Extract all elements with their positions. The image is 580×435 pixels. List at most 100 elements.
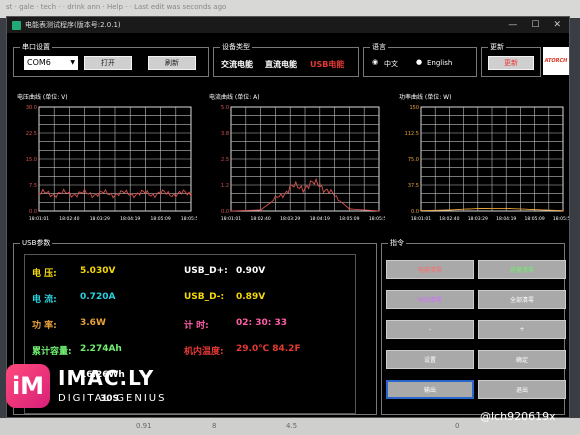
commands-panel: 指令 电能清零 容量清零 时间清零 全部清零 - + 设置 确定 输出 退出 <box>381 238 566 415</box>
clear-capacity-button[interactable]: 容量清零 <box>478 260 566 279</box>
power-chart-plot: 150 112.5 75.0 37.5 0.018:01:01 18:02:40 18:03… <box>405 105 569 222</box>
output-button[interactable]: 输出 <box>386 380 474 399</box>
update-button[interactable]: 更新 <box>488 56 534 70</box>
dplus-value: 0.90V <box>236 266 266 276</box>
x-tick-label: 18:01:01 <box>221 216 241 222</box>
maximize-icon[interactable]: ☐ <box>531 20 539 30</box>
radio-unselected-icon[interactable]: ● <box>416 58 422 66</box>
device-ac-option[interactable]: 交流电能 <box>221 59 253 70</box>
app-icon <box>12 20 21 30</box>
data-point <box>378 210 380 212</box>
voltage-chart-plot: 30.0 22.5 15.0 7.5 0.018:01:01 18:02:40 18:03:… <box>26 105 197 222</box>
y-tick-label: 75.0 <box>408 157 419 163</box>
x-tick-label: 18:04:19 <box>120 216 140 222</box>
serial-panel-title: 串口设置 <box>20 42 52 52</box>
y-tick-label: 30.0 <box>26 105 37 111</box>
dminus-value: 0.89V <box>236 292 266 302</box>
x-tick-label: 18:05:09 <box>524 216 544 222</box>
x-tick-label: 18:04:19 <box>496 216 516 222</box>
data-point <box>159 192 162 195</box>
usb-panel-title: USB参数 <box>20 238 53 248</box>
settings-button[interactable]: 设置 <box>386 350 474 369</box>
x-tick-label: 18:03:29 <box>90 216 110 222</box>
data-point <box>562 209 564 212</box>
data-point <box>477 207 479 210</box>
x-tick-label: 18:02:40 <box>250 216 270 222</box>
y-tick-label: 0.0 <box>411 209 419 215</box>
y-tick-label: 1.2 <box>221 183 229 189</box>
y-tick-label: 22.5 <box>26 131 37 137</box>
watermark: iM IMAC.LY DIGITAL GENIUS <box>4 350 184 418</box>
timer-label: 计 时: <box>184 321 209 331</box>
minimize-icon[interactable]: — <box>508 20 517 30</box>
voltage-chart: 电压曲线 (单位: V) 30.0 22.5 15.0 7.5 0.0 18:01:01 1… <box>13 91 199 229</box>
data-point <box>38 192 40 195</box>
power-label: 功 率: <box>32 321 57 331</box>
clear-energy-button[interactable]: 电能清零 <box>386 260 474 279</box>
data-point <box>319 183 321 185</box>
data-point <box>68 192 71 195</box>
dminus-label: USB_D-: <box>184 292 225 302</box>
serial-panel: 串口设置 COM6 ▼ 打开 刷新 <box>13 42 209 77</box>
refresh-button[interactable]: 刷新 <box>148 56 196 70</box>
language-title: 语言 <box>370 42 388 52</box>
voltage-value: 5.030V <box>80 266 116 276</box>
x-tick-label: 18:04:19 <box>310 216 330 222</box>
y-tick-label: 7.5 <box>29 183 37 189</box>
language-panel: 语言 ◉ 中文 ● English <box>363 42 477 77</box>
language-zh-option[interactable]: 中文 <box>384 59 398 69</box>
x-tick-label: 18:03:29 <box>468 216 488 222</box>
imac-logo: iM <box>6 364 50 408</box>
device-type-title: 设备类型 <box>220 42 252 52</box>
x-tick-label: 18:05:59 <box>553 216 569 222</box>
minus-button[interactable]: - <box>386 320 474 339</box>
watermark-subtitle: DIGITAL GENIUS <box>58 393 167 404</box>
x-tick-label: 18:05:09 <box>339 216 359 222</box>
data-point <box>99 192 101 195</box>
close-icon[interactable]: ✕ <box>553 20 561 30</box>
atorch-logo: ATORCH <box>543 47 569 75</box>
clear-all-button[interactable]: 全部清零 <box>478 290 566 309</box>
port-select[interactable]: COM6 ▼ <box>24 56 78 70</box>
data-point <box>259 209 262 211</box>
y-tick-label: 3.8 <box>221 131 229 137</box>
current-chart-plot: 5.0 3.8 2.5 1.2 0.018:01:01 18:02:40 18:03:29 1… <box>221 105 385 222</box>
current-chart-title: 电流曲线 (单位: A) <box>209 94 260 101</box>
ruler-value: 4.5 <box>286 422 298 430</box>
ruler-value: 8 <box>212 422 217 430</box>
power-chart-title: 功率曲线 (单位: W) <box>399 94 452 101</box>
confirm-button[interactable]: 确定 <box>478 350 566 369</box>
y-tick-label: 112.5 <box>405 131 419 137</box>
data-point <box>533 208 536 211</box>
open-port-button[interactable]: 打开 <box>84 56 132 70</box>
device-dc-option[interactable]: 直流电能 <box>265 59 297 70</box>
watermark-user: @lch920619x <box>480 410 556 423</box>
y-tick-label: 150 <box>409 105 419 111</box>
data-point <box>420 209 422 212</box>
x-tick-label: 18:05:59 <box>181 216 197 222</box>
x-tick-label: 18:01:01 <box>29 216 49 222</box>
update-panel: 更新 更新 <box>481 42 541 77</box>
exit-button[interactable]: 退出 <box>478 380 566 399</box>
device-usb-option[interactable]: USB电能 <box>310 59 344 70</box>
x-tick-label: 18:02:40 <box>59 216 79 222</box>
x-tick-label: 18:05:59 <box>369 216 385 222</box>
x-tick-label: 18:05:09 <box>150 216 170 222</box>
plus-button[interactable]: + <box>478 320 566 339</box>
data-point <box>505 207 507 210</box>
current-chart: 电流曲线 (单位: A) 5.0 3.8 2.5 1.2 0.0 18:01:01 18:0… <box>205 91 387 229</box>
current-label: 电 流: <box>32 295 57 305</box>
port-select-value: COM6 <box>27 58 51 67</box>
y-tick-label: 37.5 <box>408 183 419 189</box>
power-value: 3.6W <box>80 318 106 328</box>
language-en-option[interactable]: English <box>427 59 452 67</box>
temperature-value: 29.0℃ 84.2F <box>236 344 301 354</box>
radio-selected-icon[interactable]: ◉ <box>372 58 378 66</box>
voltage-chart-title: 电压曲线 (单位: V) <box>17 94 68 101</box>
clear-time-button[interactable]: 时间清零 <box>386 290 474 309</box>
commands-title: 指令 <box>388 238 406 248</box>
ruler-value: 0 <box>455 422 460 430</box>
voltage-label: 电 压: <box>32 269 57 279</box>
y-tick-label: 2.5 <box>221 157 229 163</box>
x-tick-label: 18:03:29 <box>280 216 300 222</box>
